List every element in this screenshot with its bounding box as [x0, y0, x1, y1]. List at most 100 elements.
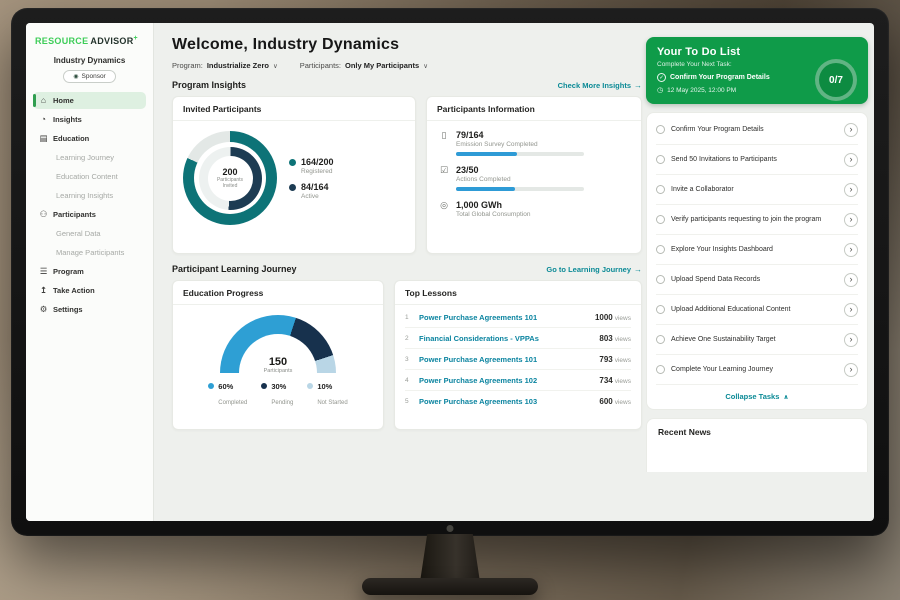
legend-dot	[261, 383, 267, 389]
nav-item[interactable]: ⚙ Settings	[33, 301, 146, 318]
resource-advisor-logo: RESOURCEADVISOR+	[33, 33, 146, 54]
nav-item[interactable]: Learning Journey	[33, 149, 146, 166]
chevron-right-icon[interactable]	[844, 363, 858, 377]
nav-item[interactable]: Learning Insights	[33, 187, 146, 204]
right-panel: Your To Do List Complete Your Next Task:…	[646, 23, 868, 521]
sidebar-nav: ⌂ Home ◔ Insights ▤ Education Learning J…	[33, 92, 146, 318]
task-row[interactable]: Verify participants requesting to join t…	[656, 205, 858, 235]
collapse-tasks-button[interactable]: Collapse Tasks	[656, 385, 858, 409]
lesson-link[interactable]: Power Purchase Agreements 103	[419, 397, 592, 406]
task-row[interactable]: Achieve One Sustainability Target	[656, 325, 858, 355]
lesson-link[interactable]: Power Purchase Agreements 101	[419, 355, 592, 364]
nav-item[interactable]: ↥ Take Action	[33, 282, 146, 299]
chevron-right-icon[interactable]	[844, 243, 858, 257]
chevron-right-icon[interactable]	[844, 183, 858, 197]
task-checkbox[interactable]	[656, 335, 665, 344]
settings-icon: ⚙	[39, 305, 48, 314]
chevron-right-icon[interactable]	[844, 333, 858, 347]
nav-item[interactable]: ◔ Insights	[33, 111, 146, 128]
go-to-learning-journey-link[interactable]: Go to Learning Journey	[546, 265, 642, 274]
progress-bar	[456, 187, 584, 191]
nav-item-label: Learning Journey	[56, 153, 114, 162]
todo-title: Your To Do List	[657, 46, 857, 58]
chevron-down-icon	[273, 61, 278, 70]
recent-news-title: Recent News	[658, 427, 856, 437]
nav-item-label: Participants	[53, 210, 96, 219]
nav-item-label: Education	[53, 134, 89, 143]
task-row[interactable]: Send 50 Invitations to Participants	[656, 145, 858, 175]
task-row[interactable]: Complete Your Learning Journey	[656, 355, 858, 385]
sponsor-badge[interactable]: Sponsor	[63, 70, 115, 83]
nav-item[interactable]: ☰ Program	[33, 263, 146, 280]
sponsor-label: Sponsor	[82, 73, 106, 80]
main-content: Welcome, Industry Dynamics Program: Indu…	[154, 23, 652, 521]
monitor-stand-base	[362, 578, 538, 595]
arrow-right-icon	[634, 265, 642, 274]
program-select[interactable]: Program: Industrialize Zero	[172, 61, 278, 70]
sponsor-icon	[73, 73, 78, 80]
nav-item[interactable]: ▤ Education	[33, 130, 146, 147]
program-icon: ☰	[39, 267, 48, 276]
task-checkbox[interactable]	[656, 245, 665, 254]
chevron-right-icon[interactable]	[844, 213, 858, 227]
lesson-row: 4 Power Purchase Agreements 102 734views	[405, 370, 631, 391]
org-name: Industry Dynamics	[33, 56, 146, 65]
lesson-link[interactable]: Power Purchase Agreements 102	[419, 376, 592, 385]
task-checkbox[interactable]	[656, 275, 665, 284]
nav-item[interactable]: Manage Participants	[33, 244, 146, 261]
lesson-row: 3 Power Purchase Agreements 101 793views	[405, 349, 631, 370]
task-checkbox[interactable]	[656, 365, 665, 374]
chevron-down-icon	[423, 61, 428, 70]
org-block: Industry Dynamics Sponsor	[33, 56, 146, 83]
card-title: Invited Participants	[173, 97, 415, 121]
chevron-right-icon[interactable]	[844, 273, 858, 287]
task-checkbox[interactable]	[656, 185, 665, 194]
task-row[interactable]: Explore Your Insights Dashboard	[656, 235, 858, 265]
nav-item-label: Education Content	[56, 172, 118, 181]
education-icon: ▤	[39, 134, 48, 143]
gauge-legend-item: 30% Pending	[261, 382, 293, 409]
nav-item-label: Home	[53, 96, 74, 105]
arrow-right-icon	[634, 81, 642, 90]
recent-news-card: Recent News	[646, 418, 868, 472]
task-row[interactable]: Invite a Collaborator	[656, 175, 858, 205]
logo-primary: RESOURCE	[35, 36, 88, 46]
take-action-icon: ↥	[39, 286, 48, 295]
nav-item[interactable]: General Data	[33, 225, 146, 242]
clock-icon	[657, 86, 663, 94]
lesson-rank: 4	[405, 377, 412, 384]
legend-dot	[289, 184, 296, 191]
lesson-rank: 1	[405, 314, 412, 321]
lesson-views: 793views	[599, 355, 631, 364]
chevron-right-icon[interactable]	[844, 303, 858, 317]
task-row[interactable]: Upload Spend Data Records	[656, 265, 858, 295]
task-row[interactable]: Upload Additional Educational Content	[656, 295, 858, 325]
chevron-right-icon[interactable]	[844, 123, 858, 137]
task-row[interactable]: Confirm Your Program Details	[656, 115, 858, 145]
page-title: Welcome, Industry Dynamics	[172, 36, 642, 54]
nav-item-label: General Data	[56, 229, 101, 238]
lesson-rank: 2	[405, 335, 412, 342]
lesson-views: 734views	[599, 376, 631, 385]
task-checkbox[interactable]	[656, 125, 665, 134]
nav-item[interactable]: ⚇ Participants	[33, 206, 146, 223]
gauge-legend-item: 10% Not Started	[307, 382, 347, 409]
lesson-row: 5 Power Purchase Agreements 103 600views	[405, 391, 631, 411]
stat-row: ☑ 23/50 Actions Completed	[439, 165, 629, 191]
sidebar: RESOURCEADVISOR+ Industry Dynamics Spons…	[26, 23, 154, 521]
lesson-row: 1 Power Purchase Agreements 101 1000view…	[405, 307, 631, 328]
task-checkbox[interactable]	[656, 305, 665, 314]
lesson-link[interactable]: Power Purchase Agreements 101	[419, 313, 588, 322]
lesson-link[interactable]: Financial Considerations - VPPAs	[419, 334, 592, 343]
lesson-rank: 3	[405, 356, 412, 363]
chevron-right-icon[interactable]	[844, 153, 858, 167]
nav-item[interactable]: Education Content	[33, 168, 146, 185]
todo-next-task[interactable]: Confirm Your Program Details	[657, 73, 807, 82]
task-checkbox[interactable]	[656, 155, 665, 164]
task-checkbox[interactable]	[656, 215, 665, 224]
check-more-insights-link[interactable]: Check More Insights	[558, 81, 642, 90]
participants-select[interactable]: Participants: Only My Participants	[300, 61, 428, 70]
actions-icon: ☑	[439, 165, 449, 191]
nav-item[interactable]: ⌂ Home	[33, 92, 146, 109]
top-lessons-card: Top Lessons 1 Power Purchase Agreements …	[394, 280, 642, 430]
